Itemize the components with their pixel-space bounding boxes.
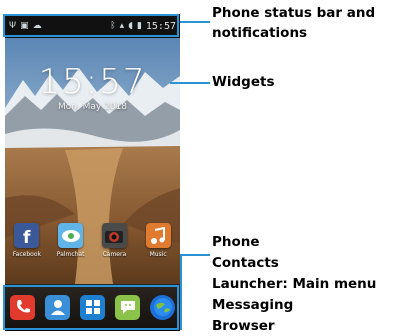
app-camera[interactable]: Camera [94, 223, 134, 258]
status-callout-line [180, 21, 210, 23]
dock-callout-vline [180, 254, 182, 330]
app-music[interactable]: Music [138, 223, 178, 258]
app-label: Music [149, 251, 167, 258]
palmchat-icon [58, 223, 84, 248]
date-widget: Mon, May 2018 [57, 102, 128, 112]
dock-callout-main-menu: Launcher: Main menu [212, 276, 377, 292]
home-screen[interactable]: 15:57 Mon, May 2018 f Facebook Palmchat … [5, 38, 180, 284]
status-bar-highlight [3, 14, 179, 37]
svg-text:f: f [23, 228, 31, 245]
app-facebook[interactable]: f Facebook [7, 223, 47, 258]
app-label: Facebook [12, 251, 41, 258]
clock-widget[interactable]: 15:57 [5, 62, 180, 102]
dock-highlight [3, 285, 179, 330]
dock-callout-contacts: Contacts [212, 255, 279, 271]
facebook-icon: f [14, 223, 40, 248]
dock-callout-browser: Browser [212, 318, 275, 334]
app-shortcuts: f Facebook Palmchat Camera Music [5, 223, 180, 258]
app-label: Palmchat [56, 251, 85, 258]
status-bar-callout-label: Phone status bar and notifications [212, 5, 376, 41]
dock-callout-phone: Phone [212, 234, 260, 250]
widgets-callout-label: Widgets [212, 74, 275, 90]
dock-callout-messaging: Messaging [212, 297, 294, 313]
app-label: Camera [102, 251, 127, 258]
music-icon [145, 223, 171, 248]
widgets-callout-line [170, 82, 210, 84]
dock-callout-line [180, 254, 210, 256]
camera-icon [101, 223, 127, 248]
app-palmchat[interactable]: Palmchat [51, 223, 91, 258]
